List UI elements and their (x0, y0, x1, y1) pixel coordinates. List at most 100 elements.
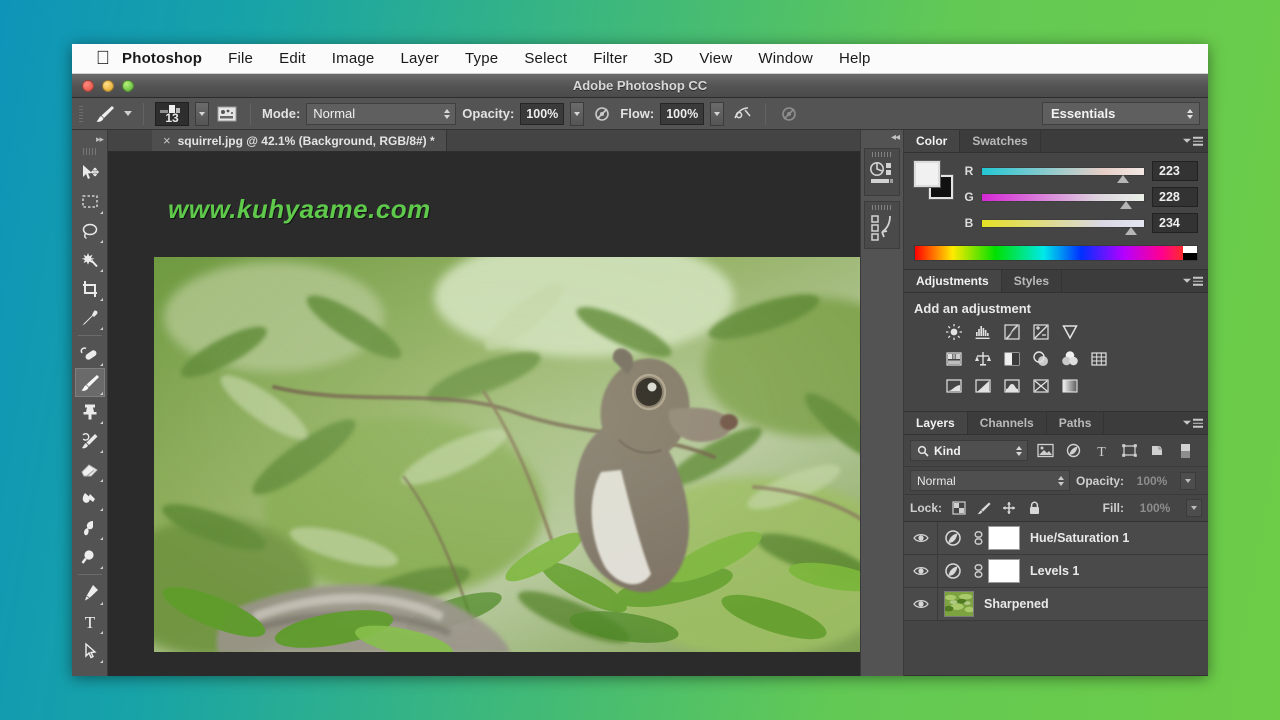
tab-color[interactable]: Color (904, 130, 961, 152)
levels-icon[interactable] (973, 322, 993, 342)
channel-value-g[interactable]: 228 (1152, 187, 1198, 207)
foreground-color-swatch[interactable] (914, 161, 940, 187)
brush-tool-icon[interactable] (92, 103, 118, 125)
blend-mode-select[interactable]: Normal (306, 102, 457, 125)
flow-field[interactable]: 100% (660, 102, 705, 125)
opacity-chevron-icon[interactable] (570, 101, 585, 126)
exposure-icon[interactable] (1031, 322, 1051, 342)
table-row[interactable]: Levels 1 (904, 555, 1208, 588)
tab-layers[interactable]: Layers (904, 412, 968, 434)
magic-wand-tool[interactable] (75, 245, 105, 274)
history-brush-tool[interactable] (75, 426, 105, 455)
layer-name[interactable]: Levels 1 (1020, 564, 1079, 578)
dodge-tool[interactable] (75, 513, 105, 542)
rectangular-marquee-tool[interactable] (75, 187, 105, 216)
foreground-background-color-swatches[interactable] (914, 161, 954, 199)
tab-adjustments[interactable]: Adjustments (904, 270, 1002, 292)
hue-saturation-icon[interactable] (944, 349, 964, 369)
posterize-icon[interactable] (973, 376, 993, 396)
menu-item-select[interactable]: Select (511, 50, 580, 67)
channel-mixer-icon[interactable] (1060, 349, 1080, 369)
eraser-tool[interactable] (75, 455, 105, 484)
menu-item-image[interactable]: Image (319, 50, 388, 67)
document-tab-squirrel[interactable]: × squirrel.jpg @ 42.1% (Background, RGB/… (152, 130, 447, 151)
invert-icon[interactable] (944, 376, 964, 396)
menu-item-edit[interactable]: Edit (266, 50, 319, 67)
photo-filter-icon[interactable] (1031, 349, 1051, 369)
layer-thumbnail[interactable] (944, 591, 974, 617)
pen-tool[interactable] (75, 578, 105, 607)
lock-transparency-icon[interactable] (951, 500, 967, 516)
layer-mask-link-icon[interactable] (968, 529, 988, 547)
table-row[interactable]: Hue/Saturation 1 (904, 522, 1208, 555)
opacity-field[interactable]: 100% (520, 102, 565, 125)
layer-visibility-toggle[interactable] (904, 555, 938, 587)
channel-value-r[interactable]: 223 (1152, 161, 1198, 181)
tab-channels[interactable]: Channels (968, 412, 1047, 434)
tools-panel-grip[interactable] (82, 148, 97, 155)
workspace-select[interactable]: Essentials (1042, 102, 1200, 125)
tablet-pressure-size-icon[interactable] (590, 102, 614, 126)
layer-name[interactable]: Hue/Saturation 1 (1020, 531, 1129, 545)
lock-image-icon[interactable] (976, 500, 992, 516)
dock-collapse-icon[interactable]: ◂◂ (861, 132, 903, 143)
layer-mask-thumbnail[interactable] (988, 559, 1020, 583)
tab-swatches[interactable]: Swatches (960, 130, 1041, 152)
color-lookup-icon[interactable] (1089, 349, 1109, 369)
threshold-icon[interactable] (1002, 376, 1022, 396)
gradient-map-icon[interactable] (1060, 376, 1080, 396)
layer-visibility-toggle[interactable] (904, 522, 938, 554)
channel-value-b[interactable]: 234 (1152, 213, 1198, 233)
history-panel-icon[interactable] (864, 201, 900, 249)
adjustments-panel-menu-icon[interactable] (1183, 276, 1203, 286)
spot-healing-brush-tool[interactable] (75, 339, 105, 368)
menu-item-layer[interactable]: Layer (387, 50, 452, 67)
path-selection-tool[interactable] (75, 636, 105, 665)
tablet-pressure-opacity-icon[interactable] (777, 102, 801, 126)
menu-item-help[interactable]: Help (826, 50, 884, 67)
apple-logo-icon[interactable]:  (90, 49, 116, 68)
tab-styles[interactable]: Styles (1002, 270, 1063, 292)
eyedropper-tool[interactable] (75, 303, 105, 332)
filter-shape-icon[interactable] (1118, 441, 1140, 461)
airbrush-icon[interactable] (730, 102, 754, 126)
filter-pixel-icon[interactable] (1034, 441, 1056, 461)
type-tool[interactable]: T (75, 607, 105, 636)
lasso-tool[interactable] (75, 216, 105, 245)
layer-filter-kind-select[interactable]: Kind (910, 440, 1028, 461)
slider-track-b[interactable] (981, 218, 1145, 235)
filter-smart-object-icon[interactable] (1146, 441, 1168, 461)
selective-color-icon[interactable] (1031, 376, 1051, 396)
gradient-tool[interactable] (75, 484, 105, 513)
lock-position-icon[interactable] (1001, 500, 1017, 516)
black-white-icon[interactable] (1002, 349, 1022, 369)
close-icon[interactable]: × (163, 133, 171, 148)
layer-filter-toggle[interactable] (1174, 441, 1196, 461)
layer-opacity-value[interactable]: 100% (1130, 474, 1174, 488)
slider-track-g[interactable] (981, 192, 1145, 209)
options-bar-grip[interactable] (78, 103, 84, 124)
brush-preset-picker-icon[interactable] (215, 102, 239, 126)
vibrance-icon[interactable] (1060, 322, 1080, 342)
menu-item-view[interactable]: View (686, 50, 745, 67)
menu-item-file[interactable]: File (215, 50, 266, 67)
brush-preset-chevron-icon[interactable] (195, 101, 209, 126)
tools-collapse-icon[interactable]: ▸▸ (72, 132, 107, 146)
menu-item-3d[interactable]: 3D (641, 50, 687, 67)
filter-adjustment-icon[interactable] (1062, 441, 1084, 461)
layer-fill-chevron-icon[interactable] (1186, 499, 1202, 517)
color-panel-menu-icon[interactable] (1183, 136, 1203, 146)
menu-item-type[interactable]: Type (452, 50, 511, 67)
flow-chevron-icon[interactable] (710, 101, 725, 126)
spectrum-band[interactable] (915, 246, 1183, 260)
brush-tool[interactable] (74, 368, 105, 397)
brush-size-field[interactable]: 13 (155, 101, 189, 126)
zoom-tool[interactable] (75, 542, 105, 571)
filter-type-icon[interactable]: T (1090, 441, 1112, 461)
color-balance-icon[interactable] (973, 349, 993, 369)
menu-item-window[interactable]: Window (745, 50, 826, 67)
slider-track-r[interactable] (981, 166, 1145, 183)
layer-name[interactable]: Sharpened (974, 597, 1049, 611)
curves-icon[interactable] (1002, 322, 1022, 342)
canvas[interactable]: www.kuhyaame.com (108, 152, 860, 676)
